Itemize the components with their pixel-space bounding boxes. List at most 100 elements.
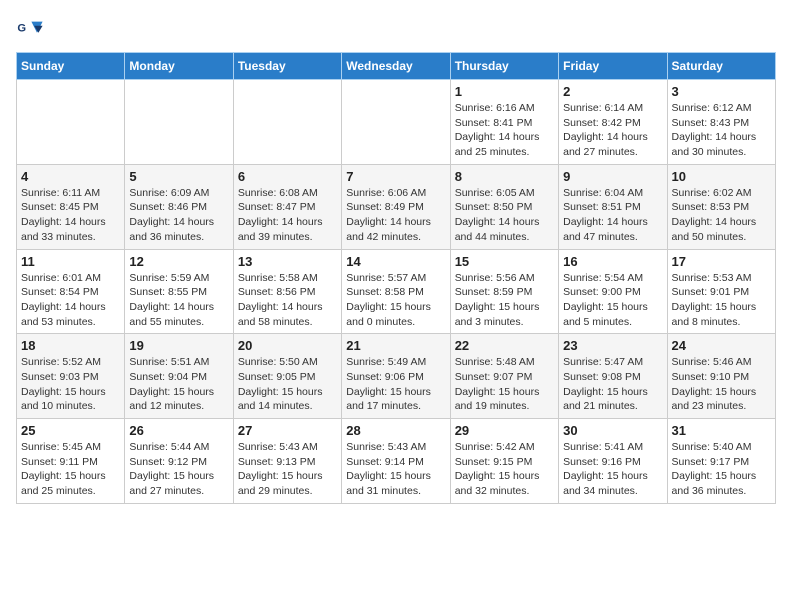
day-number: 3 <box>672 84 771 99</box>
day-number: 27 <box>238 423 337 438</box>
day-number: 13 <box>238 254 337 269</box>
day-cell: 26Sunrise: 5:44 AM Sunset: 9:12 PM Dayli… <box>125 419 233 504</box>
day-cell <box>125 80 233 165</box>
day-cell: 4 Sunrise: 6:11 AM Sunset: 8:45 PM Daylig… <box>17 164 125 249</box>
day-cell: 24 Sunrise: 5:46 AM Sunset: 9:10 PM Dayli… <box>667 334 775 419</box>
day-cell: 11 Sunrise: 6:01 AM Sunset: 8:54 PM Dayli… <box>17 249 125 334</box>
day-number: 22 <box>455 338 554 353</box>
day-detail: Sunrise: 5:57 AM Sunset: 8:58 PM Dayligh… <box>346 271 445 330</box>
day-cell <box>17 80 125 165</box>
day-cell: 28 Sunrise: 5:43 AM Sunset: 9:14 PM Dayli… <box>342 419 450 504</box>
day-cell: 22 Sunrise: 5:48 AM Sunset: 9:07 PM Dayli… <box>450 334 558 419</box>
day-number: 8 <box>455 169 554 184</box>
day-cell: 2 Sunrise: 6:14 AM Sunset: 8:42 PM Daylig… <box>559 80 667 165</box>
day-detail: Sunrise: 5:51 AM Sunset: 9:04 PM Dayligh… <box>129 355 228 414</box>
day-cell: 29 Sunrise: 5:42 AM Sunset: 9:15 PM Dayli… <box>450 419 558 504</box>
day-detail: Sunrise: 5:56 AM Sunset: 8:59 PM Dayligh… <box>455 271 554 330</box>
day-detail: Sunrise: 5:40 AM Sunset: 9:17 PM Dayligh… <box>672 440 771 499</box>
day-number: 28 <box>346 423 445 438</box>
logo: G <box>16 16 48 44</box>
day-detail: Sunrise: 6:01 AM Sunset: 8:54 PM Dayligh… <box>21 271 120 330</box>
day-detail: Sunrise: 6:14 AM Sunset: 8:42 PM Dayligh… <box>563 101 662 160</box>
day-detail: Sunrise: 6:06 AM Sunset: 8:49 PM Dayligh… <box>346 186 445 245</box>
logo-icon: G <box>16 16 44 44</box>
day-detail: Sunrise: 5:42 AM Sunset: 9:15 PM Dayligh… <box>455 440 554 499</box>
day-number: 29 <box>455 423 554 438</box>
day-number: 9 <box>563 169 662 184</box>
weekday-friday: Friday <box>559 53 667 80</box>
day-detail: Sunrise: 6:09 AM Sunset: 8:46 PM Dayligh… <box>129 186 228 245</box>
day-number: 24 <box>672 338 771 353</box>
day-detail: Sunrise: 5:47 AM Sunset: 9:08 PM Dayligh… <box>563 355 662 414</box>
day-number: 12 <box>129 254 228 269</box>
day-cell: 7 Sunrise: 6:06 AM Sunset: 8:49 PM Daylig… <box>342 164 450 249</box>
day-number: 7 <box>346 169 445 184</box>
day-detail: Sunrise: 5:53 AM Sunset: 9:01 PM Dayligh… <box>672 271 771 330</box>
day-number: 2 <box>563 84 662 99</box>
day-cell: 13 Sunrise: 5:58 AM Sunset: 8:56 PM Dayli… <box>233 249 341 334</box>
day-cell: 18 Sunrise: 5:52 AM Sunset: 9:03 PM Dayli… <box>17 334 125 419</box>
week-row-3: 18 Sunrise: 5:52 AM Sunset: 9:03 PM Dayli… <box>17 334 776 419</box>
day-detail: Sunrise: 5:44 AM Sunset: 9:12 PM Dayligh… <box>129 440 228 499</box>
day-number: 31 <box>672 423 771 438</box>
day-detail: Sunrise: 6:08 AM Sunset: 8:47 PM Dayligh… <box>238 186 337 245</box>
day-detail: Sunrise: 5:58 AM Sunset: 8:56 PM Dayligh… <box>238 271 337 330</box>
day-number: 11 <box>21 254 120 269</box>
day-cell: 9 Sunrise: 6:04 AM Sunset: 8:51 PM Daylig… <box>559 164 667 249</box>
day-cell: 8 Sunrise: 6:05 AM Sunset: 8:50 PM Daylig… <box>450 164 558 249</box>
day-cell: 20Sunrise: 5:50 AM Sunset: 9:05 PM Dayli… <box>233 334 341 419</box>
day-number: 17 <box>672 254 771 269</box>
day-cell: 12 Sunrise: 5:59 AM Sunset: 8:55 PM Dayli… <box>125 249 233 334</box>
day-detail: Sunrise: 5:46 AM Sunset: 9:10 PM Dayligh… <box>672 355 771 414</box>
day-cell: 19 Sunrise: 5:51 AM Sunset: 9:04 PM Dayli… <box>125 334 233 419</box>
day-detail: Sunrise: 6:16 AM Sunset: 8:41 PM Dayligh… <box>455 101 554 160</box>
week-row-1: 4 Sunrise: 6:11 AM Sunset: 8:45 PM Daylig… <box>17 164 776 249</box>
day-number: 1 <box>455 84 554 99</box>
day-number: 18 <box>21 338 120 353</box>
day-detail: Sunrise: 6:04 AM Sunset: 8:51 PM Dayligh… <box>563 186 662 245</box>
day-cell: 27 Sunrise: 5:43 AM Sunset: 9:13 PM Dayli… <box>233 419 341 504</box>
day-number: 16 <box>563 254 662 269</box>
calendar-body: 1 Sunrise: 6:16 AM Sunset: 8:41 PM Daylig… <box>17 80 776 504</box>
week-row-4: 25Sunrise: 5:45 AM Sunset: 9:11 PM Dayli… <box>17 419 776 504</box>
day-detail: Sunrise: 5:45 AM Sunset: 9:11 PM Dayligh… <box>21 440 120 499</box>
day-detail: Sunrise: 5:59 AM Sunset: 8:55 PM Dayligh… <box>129 271 228 330</box>
day-number: 4 <box>21 169 120 184</box>
weekday-saturday: Saturday <box>667 53 775 80</box>
day-detail: Sunrise: 5:41 AM Sunset: 9:16 PM Dayligh… <box>563 440 662 499</box>
day-cell: 6Sunrise: 6:08 AM Sunset: 8:47 PM Daylig… <box>233 164 341 249</box>
page-header: G <box>16 16 776 44</box>
day-detail: Sunrise: 5:50 AM Sunset: 9:05 PM Dayligh… <box>238 355 337 414</box>
day-detail: Sunrise: 6:11 AM Sunset: 8:45 PM Dayligh… <box>21 186 120 245</box>
day-detail: Sunrise: 5:43 AM Sunset: 9:13 PM Dayligh… <box>238 440 337 499</box>
weekday-wednesday: Wednesday <box>342 53 450 80</box>
calendar-table: SundayMondayTuesdayWednesdayThursdayFrid… <box>16 52 776 504</box>
day-detail: Sunrise: 5:49 AM Sunset: 9:06 PM Dayligh… <box>346 355 445 414</box>
day-number: 19 <box>129 338 228 353</box>
day-cell: 16Sunrise: 5:54 AM Sunset: 9:00 PM Dayli… <box>559 249 667 334</box>
day-number: 30 <box>563 423 662 438</box>
svg-text:G: G <box>17 22 26 34</box>
day-cell: 15 Sunrise: 5:56 AM Sunset: 8:59 PM Dayli… <box>450 249 558 334</box>
weekday-thursday: Thursday <box>450 53 558 80</box>
day-number: 15 <box>455 254 554 269</box>
day-cell: 3Sunrise: 6:12 AM Sunset: 8:43 PM Daylig… <box>667 80 775 165</box>
day-cell: 31 Sunrise: 5:40 AM Sunset: 9:17 PM Dayli… <box>667 419 775 504</box>
day-number: 14 <box>346 254 445 269</box>
day-detail: Sunrise: 6:05 AM Sunset: 8:50 PM Dayligh… <box>455 186 554 245</box>
day-cell: 17 Sunrise: 5:53 AM Sunset: 9:01 PM Dayli… <box>667 249 775 334</box>
weekday-tuesday: Tuesday <box>233 53 341 80</box>
day-number: 10 <box>672 169 771 184</box>
day-detail: Sunrise: 5:52 AM Sunset: 9:03 PM Dayligh… <box>21 355 120 414</box>
week-row-2: 11 Sunrise: 6:01 AM Sunset: 8:54 PM Dayli… <box>17 249 776 334</box>
day-cell: 23Sunrise: 5:47 AM Sunset: 9:08 PM Dayli… <box>559 334 667 419</box>
day-detail: Sunrise: 5:43 AM Sunset: 9:14 PM Dayligh… <box>346 440 445 499</box>
day-detail: Sunrise: 5:48 AM Sunset: 9:07 PM Dayligh… <box>455 355 554 414</box>
day-cell: 30 Sunrise: 5:41 AM Sunset: 9:16 PM Dayli… <box>559 419 667 504</box>
weekday-monday: Monday <box>125 53 233 80</box>
day-cell: 5 Sunrise: 6:09 AM Sunset: 8:46 PM Daylig… <box>125 164 233 249</box>
day-cell: 25Sunrise: 5:45 AM Sunset: 9:11 PM Dayli… <box>17 419 125 504</box>
day-number: 5 <box>129 169 228 184</box>
calendar-header: SundayMondayTuesdayWednesdayThursdayFrid… <box>17 53 776 80</box>
weekday-sunday: Sunday <box>17 53 125 80</box>
